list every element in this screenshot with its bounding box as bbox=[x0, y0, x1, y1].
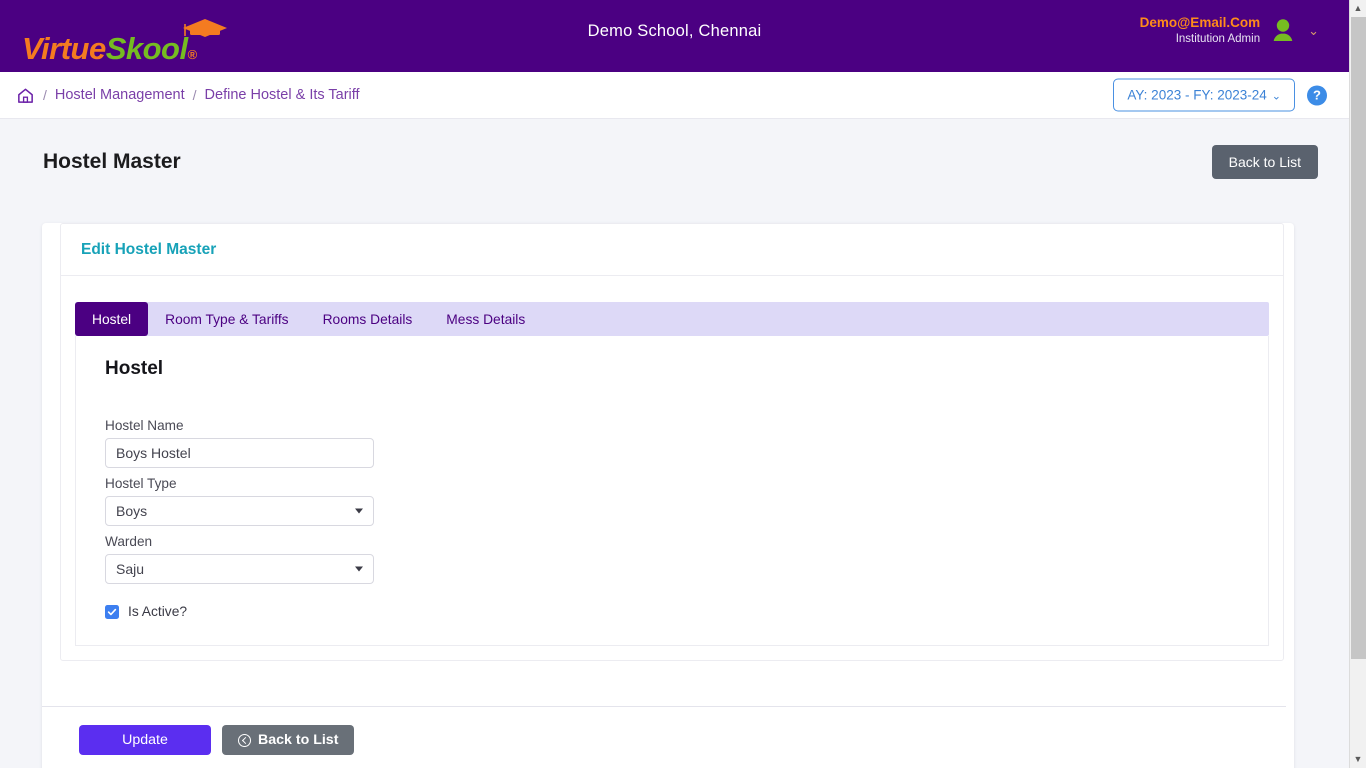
breadcrumb-item-hostel-management[interactable]: Hostel Management bbox=[55, 87, 185, 103]
page-title: Hostel Master bbox=[43, 150, 181, 173]
field-hostel-name: Hostel Name bbox=[105, 418, 1248, 468]
brand-registered-mark: ® bbox=[187, 47, 198, 62]
breadcrumb-separator-1: / bbox=[43, 87, 47, 103]
academic-year-selector[interactable]: AY: 2023 - FY: 2023-24 ⌄ bbox=[1113, 78, 1295, 112]
user-menu[interactable]: Demo@Email.Com Institution Admin ⌄ bbox=[1140, 14, 1319, 48]
scrollbar-thumb[interactable] bbox=[1351, 17, 1366, 659]
edit-hostel-panel-body: Hostel Room Type & Tariffs Rooms Details… bbox=[61, 276, 1283, 660]
warden-select[interactable]: Saju bbox=[105, 554, 374, 584]
form-heading: Hostel bbox=[105, 358, 164, 379]
hostel-type-select[interactable]: Boys bbox=[105, 496, 374, 526]
app-header: VirtueSkool® Demo School, Chennai Demo@E… bbox=[0, 0, 1349, 72]
scroll-up-button[interactable]: ▲ bbox=[1350, 0, 1366, 17]
scroll-down-button[interactable]: ▼ bbox=[1350, 751, 1366, 768]
chevron-down-icon: ⌄ bbox=[1271, 90, 1281, 103]
is-active-label: Is Active? bbox=[128, 604, 188, 619]
tab-room-type-tariffs[interactable]: Room Type & Tariffs bbox=[148, 302, 305, 336]
caret-down-icon bbox=[355, 566, 363, 572]
breadcrumb-bar: / Hostel Management / Define Hostel & It… bbox=[0, 72, 1349, 119]
field-warden: Warden Saju bbox=[105, 534, 1248, 584]
breadcrumb-actions: AY: 2023 - FY: 2023-24 ⌄ ? bbox=[1113, 78, 1327, 112]
user-avatar-icon[interactable] bbox=[1270, 17, 1296, 45]
user-role: Institution Admin bbox=[1175, 33, 1261, 46]
edit-hostel-panel: Edit Hostel Master Hostel Room Type & Ta… bbox=[60, 223, 1284, 661]
user-email: Demo@Email.Com bbox=[1139, 15, 1261, 30]
is-active-row[interactable]: Is Active? bbox=[105, 604, 1248, 619]
tab-hostel[interactable]: Hostel bbox=[75, 302, 149, 336]
footer-actions: Update Back to List bbox=[42, 707, 1294, 768]
page-root: VirtueSkool® Demo School, Chennai Demo@E… bbox=[0, 0, 1349, 768]
hostel-type-value: Boys bbox=[116, 503, 148, 519]
academic-year-label: AY: 2023 - FY: 2023-24 bbox=[1127, 87, 1267, 103]
breadcrumb-item-define-hostel[interactable]: Define Hostel & Its Tariff bbox=[205, 87, 360, 103]
breadcrumb-separator-2: / bbox=[192, 87, 197, 103]
hostel-name-label: Hostel Name bbox=[105, 418, 184, 433]
tab-bar: Hostel Room Type & Tariffs Rooms Details… bbox=[75, 302, 1269, 336]
home-icon[interactable] bbox=[16, 86, 35, 105]
back-to-list-bottom-button[interactable]: Back to List bbox=[222, 725, 355, 755]
tab-mess-details[interactable]: Mess Details bbox=[429, 302, 542, 336]
screen: VirtueSkool® Demo School, Chennai Demo@E… bbox=[0, 0, 1366, 768]
warden-label: Warden bbox=[105, 534, 153, 549]
update-button[interactable]: Update bbox=[79, 725, 211, 755]
hostel-name-input[interactable] bbox=[105, 438, 374, 468]
caret-down-icon bbox=[355, 508, 363, 514]
hostel-type-label: Hostel Type bbox=[105, 476, 177, 491]
circle-arrow-left-icon bbox=[238, 733, 251, 747]
edit-hostel-title: Edit Hostel Master bbox=[81, 241, 217, 258]
edit-hostel-panel-header: Edit Hostel Master bbox=[61, 224, 1283, 276]
back-to-list-bottom-label: Back to List bbox=[258, 732, 339, 748]
back-to-list-top-button[interactable]: Back to List bbox=[1211, 145, 1318, 179]
page-title-row: Hostel Master Back to List bbox=[0, 119, 1349, 205]
field-hostel-type: Hostel Type Boys bbox=[105, 476, 1248, 526]
chevron-down-icon[interactable]: ⌄ bbox=[1308, 24, 1319, 37]
is-active-checkbox[interactable] bbox=[105, 604, 119, 619]
checkmark-icon bbox=[107, 608, 117, 615]
main-card: Edit Hostel Master Hostel Room Type & Ta… bbox=[42, 223, 1294, 768]
hostel-tab-panel: Hostel Hostel Name Hostel Type Boys Wa bbox=[75, 336, 1269, 646]
tab-rooms-details[interactable]: Rooms Details bbox=[306, 302, 430, 336]
help-icon[interactable]: ? bbox=[1307, 85, 1327, 105]
user-info: Demo@Email.Com Institution Admin bbox=[1140, 14, 1260, 48]
vertical-scrollbar[interactable]: ▲ ▼ bbox=[1349, 0, 1366, 768]
warden-value: Saju bbox=[116, 561, 145, 577]
